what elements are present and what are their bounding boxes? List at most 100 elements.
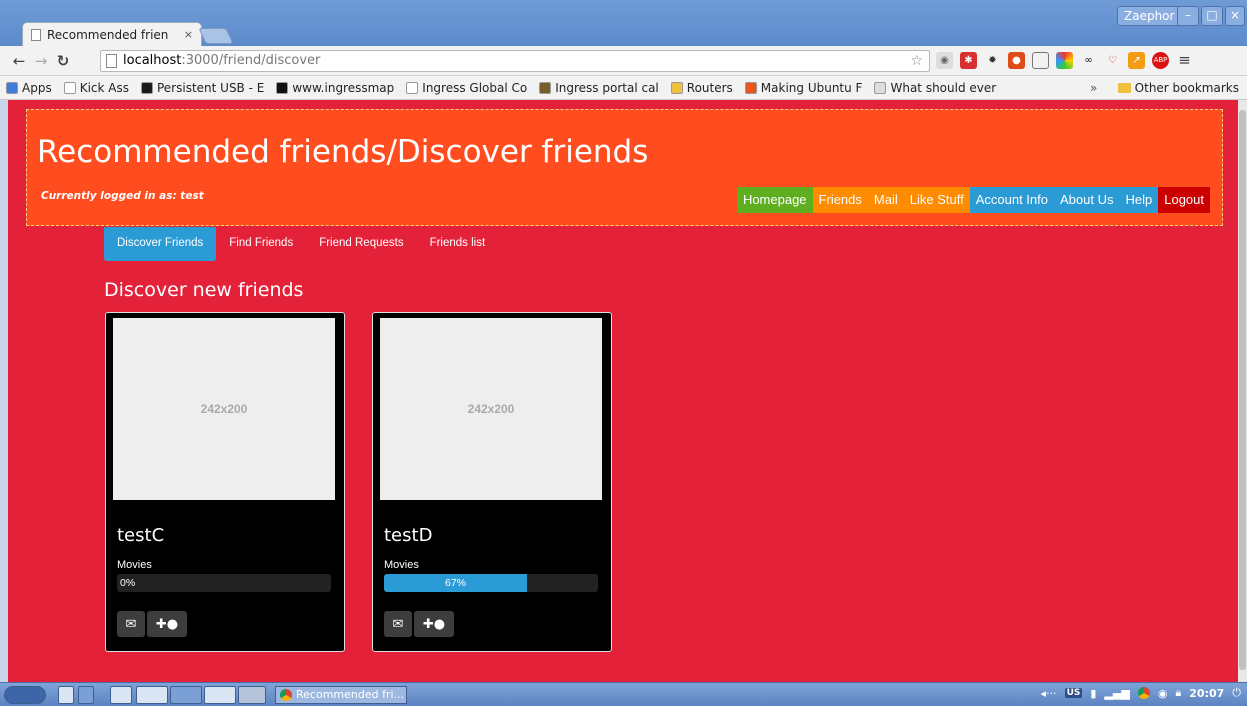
- match-progress-bar: 0%: [117, 574, 331, 592]
- address-bar[interactable]: localhost:3000/friend/discover ☆: [100, 50, 930, 72]
- friends-sub-nav: Discover Friends Find Friends Friend Reque…: [104, 227, 498, 261]
- nav-about-us[interactable]: About Us: [1054, 187, 1120, 213]
- network-signal-icon[interactable]: ▂▄▆: [1104, 687, 1129, 700]
- start-menu-button[interactable]: [4, 686, 46, 704]
- desktop-icon[interactable]: [78, 686, 94, 704]
- bookmark-item[interactable]: Routers: [670, 80, 733, 95]
- extension-icons: ◉ ✱ ✹ ● ∞ ♡ ↗ ABP ≡: [936, 52, 1193, 69]
- workspace-2[interactable]: [170, 686, 202, 704]
- nav-like-stuff[interactable]: Like Stuff: [903, 187, 970, 213]
- bookmarks-overflow-icon[interactable]: »: [1090, 81, 1097, 95]
- nav-friends[interactable]: Friends: [812, 187, 868, 213]
- bookmark-label: Routers: [686, 80, 733, 95]
- nav-mail[interactable]: Mail: [867, 187, 904, 213]
- browser-titlebar: Recommended frien × Zaephor – □ ×: [0, 0, 1247, 46]
- maximize-button[interactable]: □: [1201, 6, 1223, 26]
- tab-friends-list[interactable]: Friends list: [417, 227, 499, 261]
- nav-account-info[interactable]: Account Info: [969, 187, 1054, 213]
- scrollbar-thumb[interactable]: [1239, 110, 1246, 670]
- nav-logout[interactable]: Logout: [1158, 187, 1210, 213]
- reload-icon[interactable]: ↻: [52, 52, 74, 70]
- workspace-4[interactable]: [238, 686, 266, 704]
- bookmark-item[interactable]: Kick Ass: [63, 80, 129, 95]
- bookmark-item[interactable]: Apps: [6, 81, 52, 95]
- system-tray: ◂··· US ▮ ▂▄▆ ◉ 🔒︎ 20:07 ⏻: [1041, 686, 1241, 700]
- window-user-badge[interactable]: Zaephor: [1117, 6, 1182, 26]
- tab-discover-friends[interactable]: Discover Friends: [104, 227, 217, 261]
- nav-help[interactable]: Help: [1119, 187, 1159, 213]
- page-title: Recommended friends/Discover friends: [37, 134, 649, 170]
- bookmark-star-icon[interactable]: ☆: [910, 51, 923, 71]
- window-switcher-icon[interactable]: [110, 686, 132, 704]
- color-picker-icon[interactable]: [1056, 52, 1073, 69]
- workspace-1[interactable]: [136, 686, 168, 704]
- friend-name[interactable]: testD: [384, 525, 432, 546]
- bookmark-item[interactable]: What should ever: [874, 81, 996, 95]
- power-icon[interactable]: ⏻: [1232, 686, 1241, 700]
- card-actions: ✉ ✚●: [384, 611, 454, 637]
- chrome-icon: [280, 689, 292, 701]
- page-header: Recommended friends/Discover friends Cur…: [26, 109, 1223, 226]
- bookmark-item[interactable]: Making Ubuntu F: [744, 80, 863, 95]
- profile-image-placeholder: 242x200: [380, 318, 602, 500]
- tab-friend-requests[interactable]: Friend Requests: [306, 227, 416, 261]
- adblock-icon[interactable]: ABP: [1152, 52, 1169, 69]
- battery-icon[interactable]: ▮: [1090, 687, 1096, 700]
- send-mail-button[interactable]: ✉: [117, 611, 145, 637]
- bookmark-favicon-icon: [406, 81, 419, 94]
- tab-close-icon[interactable]: ×: [184, 28, 193, 41]
- workspace-3[interactable]: [204, 686, 236, 704]
- add-friend-button[interactable]: ✚●: [147, 611, 187, 637]
- bookmark-favicon-icon: [63, 81, 76, 94]
- new-tab-button[interactable]: [198, 28, 234, 44]
- bookmark-item[interactable]: Persistent USB - E: [140, 81, 264, 95]
- lastpass-icon[interactable]: ✱: [960, 52, 977, 69]
- bookmark-favicon-icon: [276, 81, 289, 94]
- taskbar-task-label: Recommended fri...: [296, 688, 405, 701]
- card-actions: ✉ ✚●: [117, 611, 187, 637]
- page-icon: [31, 28, 41, 41]
- lightbulb-icon[interactable]: ◉: [936, 52, 953, 69]
- extension-icon[interactable]: ●: [1008, 52, 1025, 69]
- back-arrow-icon[interactable]: ←: [8, 52, 30, 70]
- bookmark-label: Making Ubuntu F: [760, 80, 863, 95]
- bookmarks-bar: Apps Kick Ass Persistent USB - E www.ingres…: [0, 76, 1247, 100]
- lock-icon[interactable]: 🔒︎: [1175, 686, 1181, 700]
- nav-homepage[interactable]: Homepage: [736, 187, 813, 213]
- bookmark-item[interactable]: Ingress portal cal: [539, 81, 659, 95]
- send-mail-button[interactable]: ✉: [384, 611, 412, 637]
- cast-icon[interactable]: [1032, 52, 1049, 69]
- keyboard-layout[interactable]: US: [1064, 688, 1083, 698]
- bookmark-item[interactable]: Ingress Global Co: [406, 81, 527, 95]
- chrome-tray-icon[interactable]: [1137, 687, 1150, 699]
- glasses-icon[interactable]: ∞: [1080, 52, 1097, 69]
- minimize-button[interactable]: –: [1177, 6, 1199, 26]
- friend-card: 242x200 testC Movies 0% ✉ ✚●: [105, 312, 345, 652]
- friend-card: 242x200 testD Movies 67% ✉ ✚●: [372, 312, 612, 652]
- file-manager-icon[interactable]: [58, 686, 74, 704]
- tab-title: Recommended frien: [47, 27, 169, 42]
- gear-icon[interactable]: ✹: [984, 52, 1001, 69]
- menu-icon[interactable]: ≡: [1176, 52, 1193, 69]
- forward-arrow-icon[interactable]: →: [30, 52, 52, 70]
- volume-icon[interactable]: ◂···: [1041, 687, 1057, 700]
- bookmark-item[interactable]: www.ingressmap: [276, 81, 394, 95]
- match-progress-bar: 67%: [384, 574, 598, 592]
- close-window-button[interactable]: ×: [1225, 6, 1245, 26]
- page-icon: [106, 54, 117, 68]
- bookmark-label: www.ingressmap: [292, 80, 395, 95]
- main-nav: Homepage Friends Mail Like Stuff Account Inf…: [736, 187, 1210, 213]
- browser-tab[interactable]: Recommended frien ×: [22, 22, 202, 46]
- lightbulb-tray-icon[interactable]: ◉: [1158, 687, 1168, 700]
- bookmark-label: Kick Ass: [79, 80, 129, 95]
- add-user-icon: ✚●: [155, 616, 179, 632]
- bookmark-label: Apps: [22, 80, 52, 95]
- tab-find-friends[interactable]: Find Friends: [216, 227, 306, 261]
- other-bookmarks[interactable]: Other bookmarks: [1117, 81, 1239, 95]
- taskbar-chrome-task[interactable]: Recommended fri...: [275, 686, 407, 704]
- chart-icon[interactable]: ↗: [1128, 52, 1145, 69]
- heart-icon[interactable]: ♡: [1104, 52, 1121, 69]
- page-scrollbar[interactable]: [1238, 100, 1247, 682]
- friend-name[interactable]: testC: [117, 525, 164, 546]
- add-friend-button[interactable]: ✚●: [414, 611, 454, 637]
